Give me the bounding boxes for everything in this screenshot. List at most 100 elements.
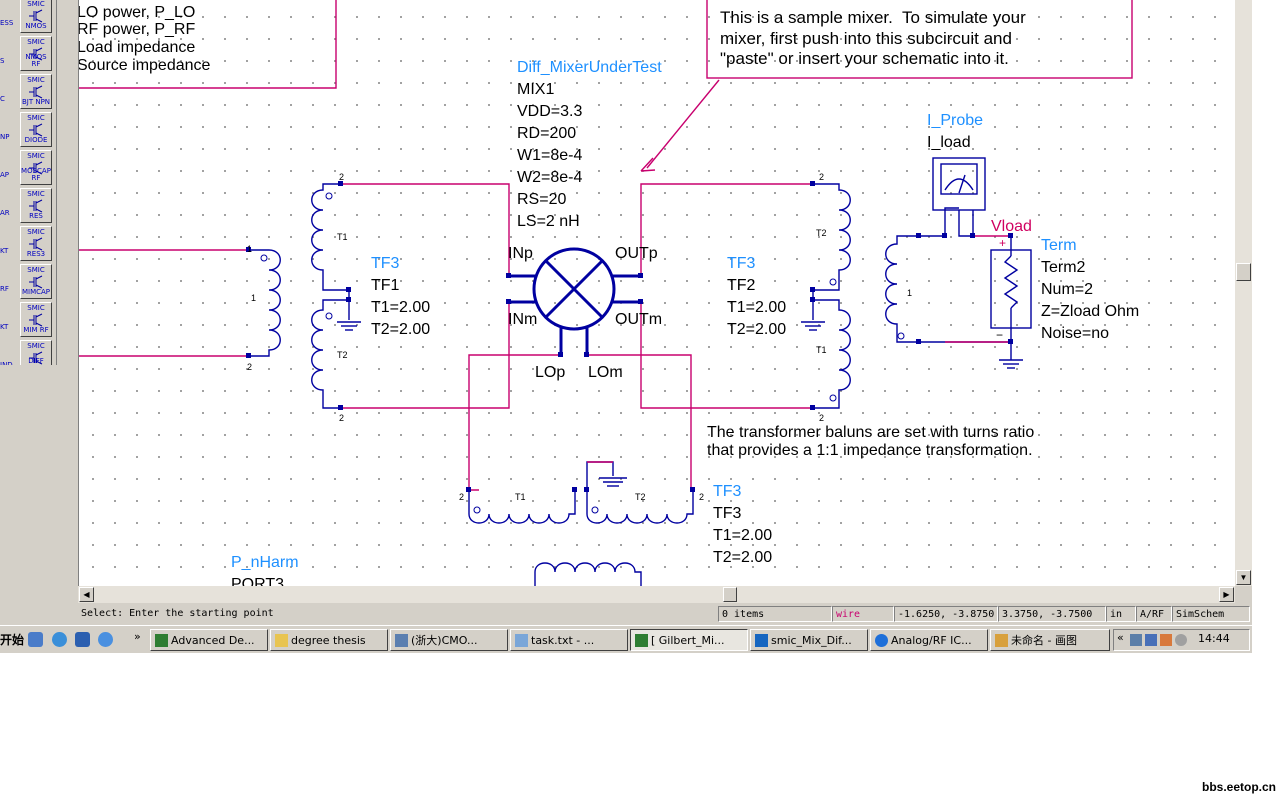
scroll-right-button[interactable]: ▶ xyxy=(1219,587,1234,602)
status-units: in xyxy=(1106,606,1136,622)
horizontal-scroll-thumb[interactable] xyxy=(723,587,737,602)
palette-item-label: RES3 xyxy=(26,250,46,258)
probe-model[interactable]: I_Probe xyxy=(927,110,983,132)
tf2-model[interactable]: TF3 xyxy=(727,253,755,275)
task-advanced-design[interactable]: Advanced De... xyxy=(150,629,268,651)
palette-item-vendor: SMIC xyxy=(27,190,45,198)
tf2-param-1: T1=2.00 xyxy=(727,299,787,316)
tf3-model[interactable]: TF3 xyxy=(713,481,741,503)
mixer-param-3: W1=8e-4 xyxy=(517,147,583,164)
task-notepad[interactable]: task.txt - ... xyxy=(510,629,628,651)
palette-item-2[interactable]: SMIC BJT NPN xyxy=(20,74,52,109)
security-icon[interactable] xyxy=(1160,634,1172,646)
vertical-scroll-thumb[interactable] xyxy=(1236,263,1251,281)
task-analog-rf[interactable]: Analog/RF IC... xyxy=(870,629,988,651)
horizontal-scrollbar[interactable]: ◀ ▶ xyxy=(78,586,1235,603)
palette-left-item-2[interactable]: C xyxy=(0,74,18,109)
mixer-model[interactable]: Diff_MixerUnderTest xyxy=(517,57,662,79)
pin-circles xyxy=(260,192,905,514)
task-paint[interactable]: 未命名 - 画图 xyxy=(990,629,1110,651)
tray-expand-icon[interactable]: « xyxy=(1117,631,1124,644)
palette-left-item-1[interactable]: S xyxy=(0,36,18,71)
palette-left-label: RF xyxy=(0,285,9,293)
palette-left-label: C xyxy=(0,95,5,103)
palette-item-label: MIMCAP xyxy=(21,288,51,296)
pin-label: T2 xyxy=(337,350,348,360)
minus-sign: − xyxy=(996,328,1004,342)
palette-left-label: ESS xyxy=(0,19,14,27)
palette-item-3[interactable]: SMIC DIODE xyxy=(20,112,52,147)
palette-left-label: S xyxy=(0,57,5,65)
palette-item-vendor: SMIC xyxy=(27,114,45,122)
task-label: Advanced De... xyxy=(171,634,255,647)
media-player-icon[interactable] xyxy=(75,632,90,647)
pin-num: 2 xyxy=(459,492,465,502)
task-gilbert-mixer[interactable]: [ Gilbert_Mi... xyxy=(630,629,748,651)
pin-num: 1 xyxy=(251,293,257,303)
palette-item-4[interactable]: SMIC MOSCAP RF xyxy=(20,150,52,185)
status-item-count: 0 items xyxy=(718,606,832,622)
palette-left-item-8[interactable]: KT xyxy=(0,302,18,337)
palette-item-6[interactable]: SMIC RES3 xyxy=(20,226,52,261)
messenger-icon[interactable] xyxy=(98,632,113,647)
mixer-param-1: VDD=3.3 xyxy=(517,103,583,120)
ie-browser-icon[interactable] xyxy=(52,632,67,647)
mixer-param-5: RS=20 xyxy=(517,191,567,208)
tf3-param-0: TF3 xyxy=(713,505,742,522)
task-label: [ Gilbert_Mi... xyxy=(651,634,725,647)
palette-left-item-3[interactable]: NP xyxy=(0,112,18,147)
show-desktop-icon[interactable] xyxy=(28,632,43,647)
term-model[interactable]: Term xyxy=(1041,235,1077,257)
pin-num: 1 xyxy=(907,288,913,298)
palette-left-label: AR xyxy=(0,209,10,217)
palette-item-1[interactable]: SMIC NMOS RF xyxy=(20,36,52,71)
pin-label: T1 xyxy=(816,345,827,355)
mixer-param-2: RD=200 xyxy=(517,125,577,142)
display-icon[interactable] xyxy=(1145,634,1157,646)
term-param-3: Noise=no xyxy=(1041,325,1110,342)
task-label: degree thesis xyxy=(291,634,366,647)
palette-left-item-7[interactable]: RF xyxy=(0,264,18,299)
clock[interactable]: 14:44 xyxy=(1198,632,1230,645)
balun-note-line-2: that provides a 1:1 impedance transforma… xyxy=(707,442,1033,459)
tf1-transformer xyxy=(249,183,361,409)
app-icon xyxy=(155,634,168,647)
task-cmos-doc[interactable]: (浙大)CMO... xyxy=(390,629,508,651)
taskbar: 开始 » Advanced De... degree thesis (浙大)CM… xyxy=(0,625,1252,653)
palette-item-8[interactable]: SMIC MIM RF xyxy=(20,302,52,337)
palette-item-7[interactable]: SMIC MIMCAP xyxy=(20,264,52,299)
task-label: (浙大)CMO... xyxy=(411,634,478,647)
palette-item-0[interactable]: SMIC NMOS xyxy=(20,0,52,33)
palette-left-item-5[interactable]: AR xyxy=(0,188,18,223)
task-degree-thesis[interactable]: degree thesis xyxy=(270,629,388,651)
palette-item-5[interactable]: SMIC RES xyxy=(20,188,52,223)
status-lib: A/RF xyxy=(1136,606,1172,622)
component-palette: SMIC NMOS ESS SMIC NMOS RF S SMIC BJT NPN C SMIC D… xyxy=(0,0,57,375)
pin-label: T1 xyxy=(515,492,526,502)
vertical-scrollbar[interactable]: ▼ xyxy=(1235,0,1252,586)
note-arrow xyxy=(646,79,720,169)
task-label: Analog/RF IC... xyxy=(891,634,972,647)
quick-launch-chevron-icon[interactable]: » xyxy=(134,630,141,643)
palette-item-vendor: SMIC xyxy=(27,304,45,312)
node-label-vload[interactable]: Vload xyxy=(991,216,1032,238)
status-tool: SimSchem xyxy=(1172,606,1250,622)
task-smic-mix[interactable]: smic_Mix_Dif... xyxy=(750,629,868,651)
network-icon[interactable] xyxy=(1130,634,1142,646)
task-label: task.txt - ... xyxy=(531,634,595,647)
volume-icon[interactable] xyxy=(1175,634,1187,646)
palette-left-item-4[interactable]: AP xyxy=(0,150,18,185)
scroll-left-button[interactable]: ◀ xyxy=(79,587,94,602)
palette-left-item-0[interactable]: ESS xyxy=(0,0,18,33)
i-probe-symbol xyxy=(932,157,986,237)
schematic-canvas[interactable]: LO power, P_LO RF power, P_RF Load imped… xyxy=(78,0,1236,586)
start-button[interactable]: 开始 xyxy=(0,629,24,651)
scroll-down-button[interactable]: ▼ xyxy=(1236,570,1251,585)
port-model[interactable]: P_nHarm xyxy=(231,552,299,574)
term-param-2: Z=Zload Ohm xyxy=(1041,303,1140,320)
palette-item-vendor: SMIC xyxy=(27,0,45,8)
note-line-1: This is a sample mixer. To simulate your xyxy=(720,8,1026,27)
task-label: smic_Mix_Dif... xyxy=(771,634,852,647)
palette-left-item-6[interactable]: KT xyxy=(0,226,18,261)
tf1-model[interactable]: TF3 xyxy=(371,253,399,275)
